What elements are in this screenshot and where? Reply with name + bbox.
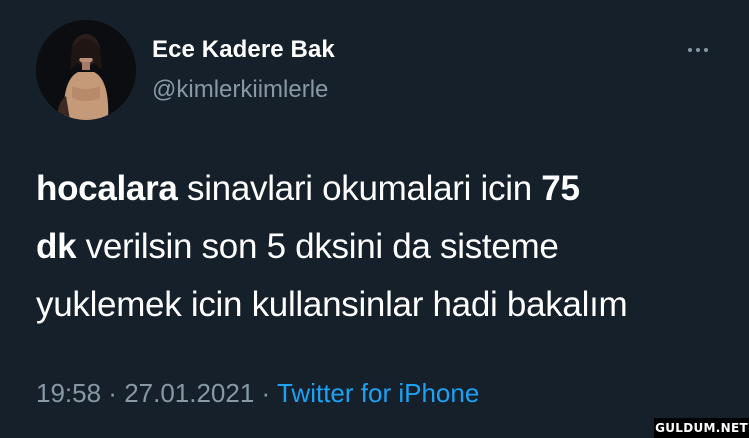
display-name[interactable]: Ece Kadere Bak [152, 36, 335, 64]
bold-word: dk [36, 227, 77, 266]
tweet-card: Ece Kadere Bak @kimlerkiimlerle hocalara… [0, 0, 749, 438]
tweet-text: hocalara sinavlari okumalari icin 75 dk … [36, 160, 726, 334]
more-dots-icon [688, 48, 692, 52]
more-dots-icon [696, 48, 700, 52]
tweet-line-1: hocalara sinavlari okumalari icin 75 [36, 160, 726, 218]
more-dots-icon [704, 48, 708, 52]
tweet-time[interactable]: 19:58 [36, 378, 101, 408]
text-span: verilsin son 5 dksini da sisteme [76, 227, 559, 266]
tweet-meta: 19:58 · 27.01.2021 · Twitter for iPhone [36, 378, 479, 409]
text-span: sinavlari okumalari icin [177, 169, 542, 208]
bold-word: hocalara [36, 169, 178, 208]
bold-word: 75 [541, 169, 580, 208]
more-options-button[interactable] [680, 40, 716, 60]
profile-photo-icon [36, 20, 136, 120]
tweet-line-3: yuklemek icin kullansinlar hadi bakalım [36, 285, 628, 324]
tweet-date[interactable]: 27.01.2021 [124, 378, 254, 408]
separator: · [101, 378, 125, 408]
tweet-source-link[interactable]: Twitter for iPhone [277, 378, 479, 408]
separator: · [254, 378, 277, 408]
tweet-line-2: dk verilsin son 5 dksini da sisteme [36, 218, 726, 276]
user-handle[interactable]: @kimlerkiimlerle [152, 76, 328, 104]
avatar[interactable] [36, 20, 136, 120]
watermark: GULDUM.NET [654, 418, 749, 438]
